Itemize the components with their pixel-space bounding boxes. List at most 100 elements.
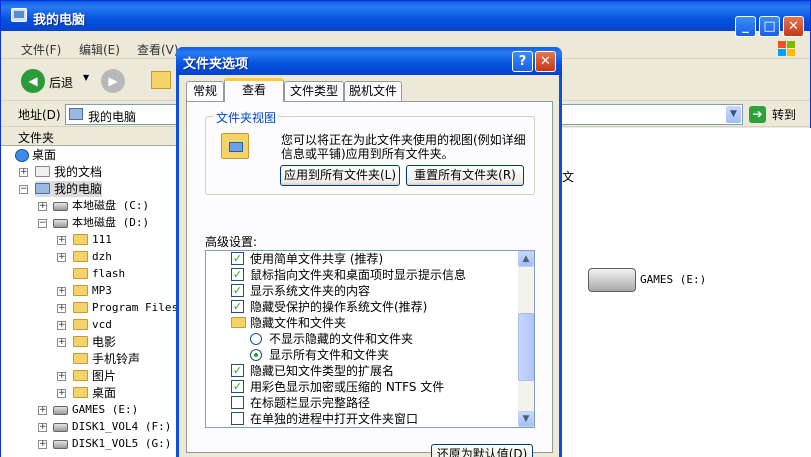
back-arrow-icon[interactable]: ◀ bbox=[21, 69, 45, 93]
tab-file-types[interactable]: 文件类型 bbox=[284, 81, 344, 101]
tree-item-desktop[interactable]: 桌面 bbox=[15, 147, 56, 163]
setting-label: 使用简单文件共享 (推荐) bbox=[250, 252, 384, 266]
tree-item-folder[interactable]: 电影 bbox=[73, 334, 116, 350]
tree-item-drive-c[interactable]: 本地磁盘 (C:) bbox=[53, 198, 149, 214]
my-computer-icon bbox=[35, 183, 50, 194]
tree-item-label: GAMES (E:) bbox=[72, 403, 139, 416]
maximize-button[interactable]: □ bbox=[759, 16, 780, 37]
folder-icon bbox=[73, 370, 88, 381]
folder-icon bbox=[73, 301, 88, 313]
tree-item-label: Program Files bbox=[92, 301, 177, 314]
tree-item-folder[interactable]: vcd bbox=[73, 317, 112, 333]
settings-scrollbar[interactable]: ▲ ▼ bbox=[518, 251, 534, 427]
collapse-icon[interactable]: − bbox=[38, 219, 47, 228]
tree-item-drive-g[interactable]: DISK1_VOL5 (G:) bbox=[53, 436, 171, 452]
setting-label: 不显示隐藏的文件和文件夹 bbox=[269, 332, 414, 346]
checkbox-checked[interactable]: ✓ bbox=[231, 252, 244, 265]
setting-label: 在单独的进程中打开文件夹窗口 bbox=[250, 412, 419, 426]
back-button-label[interactable]: 后退 bbox=[49, 74, 73, 91]
radio-selected[interactable] bbox=[250, 349, 262, 361]
folder-icon bbox=[73, 336, 88, 347]
tree-item-label: 我的电脑 bbox=[54, 182, 103, 196]
tab-view[interactable]: 查看 bbox=[224, 78, 284, 102]
expand-icon[interactable]: + bbox=[57, 253, 66, 262]
checkbox-checked[interactable]: ✓ bbox=[231, 284, 244, 297]
radio-unselected[interactable] bbox=[250, 333, 262, 345]
menu-file[interactable]: 文件(F) bbox=[21, 41, 61, 58]
forward-arrow-icon[interactable]: ▶ bbox=[101, 69, 125, 93]
setting-label: 显示系统文件夹的内容 bbox=[250, 284, 371, 298]
tree-item-label: 手机铃声 bbox=[92, 352, 141, 366]
scroll-thumb[interactable] bbox=[518, 313, 534, 381]
tree-item-label: 桌面 bbox=[92, 386, 117, 400]
checkbox-checked[interactable]: ✓ bbox=[231, 380, 244, 393]
close-button[interactable]: ✕ bbox=[783, 16, 804, 37]
expand-icon[interactable]: + bbox=[57, 389, 66, 398]
drive-games-label[interactable]: GAMES (E:) bbox=[640, 273, 706, 286]
checkbox-unchecked[interactable] bbox=[231, 396, 244, 409]
explorer-title: 我的电脑 bbox=[33, 13, 86, 28]
apply-to-all-folders-button[interactable]: 应用到所有文件夹(L) bbox=[280, 165, 400, 186]
tab-general[interactable]: 常规 bbox=[186, 81, 224, 101]
expand-icon[interactable]: + bbox=[57, 321, 66, 330]
desktop-icon bbox=[15, 149, 29, 162]
advanced-settings-list: ✓ 使用简单文件共享 (推荐) ✓ 鼠标指向文件夹和桌面项时显示提示信息 ✓ 显示系统… bbox=[205, 250, 535, 428]
explorer-titlebar[interactable]: 我的电脑 _ □ ✕ bbox=[1, 1, 810, 37]
tree-item-folder[interactable]: 桌面 bbox=[73, 385, 116, 401]
menu-view[interactable]: 查看(V) bbox=[137, 41, 179, 58]
folder-options-dialog: 文件夹选项 ? ✕ 常规 查看 文件类型 脱机文件 文件夹视图 您可以将正在为此… bbox=[176, 47, 562, 457]
tree-item-my-computer[interactable]: 我的电脑 bbox=[35, 181, 103, 197]
expand-icon[interactable]: + bbox=[57, 338, 66, 347]
go-arrow-icon[interactable]: ➔ bbox=[749, 106, 766, 123]
expand-icon[interactable]: + bbox=[19, 168, 28, 177]
expand-icon[interactable]: + bbox=[38, 406, 47, 415]
reset-all-folders-button[interactable]: 重置所有文件夹(R) bbox=[406, 165, 524, 186]
tree-item-label: 图片 bbox=[92, 369, 117, 383]
help-button[interactable]: ? bbox=[512, 51, 533, 72]
collapse-icon[interactable]: − bbox=[19, 185, 28, 194]
tree-item-folder[interactable]: Program Files bbox=[73, 300, 177, 316]
menu-edit[interactable]: 编辑(E) bbox=[79, 41, 120, 58]
folder-icon bbox=[73, 267, 88, 279]
dialog-title: 文件夹选项 bbox=[183, 57, 249, 72]
expand-icon[interactable]: + bbox=[38, 440, 47, 449]
checkbox-checked[interactable]: ✓ bbox=[231, 364, 244, 377]
tree-item-drive-f[interactable]: DISK1_VOL4 (F:) bbox=[53, 419, 171, 435]
tree-item-drive-d[interactable]: 本地磁盘 (D:) bbox=[53, 215, 149, 231]
tree-item-label: 我的文档 bbox=[54, 165, 103, 179]
expand-icon[interactable]: + bbox=[57, 287, 66, 296]
checkbox-unchecked[interactable] bbox=[231, 412, 244, 425]
restore-defaults-button[interactable]: 还原为默认值(D) bbox=[431, 444, 533, 457]
drive-icon[interactable] bbox=[588, 268, 636, 292]
tree-item-folder[interactable]: flash bbox=[73, 266, 125, 282]
up-folder-icon[interactable] bbox=[151, 71, 171, 89]
expand-icon[interactable]: + bbox=[38, 202, 47, 211]
back-dropdown-icon[interactable]: ▼ bbox=[83, 73, 89, 82]
expand-icon[interactable]: + bbox=[57, 372, 66, 381]
tree-item-folder[interactable]: 111 bbox=[73, 232, 112, 248]
scroll-down-icon[interactable]: ▼ bbox=[518, 411, 534, 427]
dialog-body: 常规 查看 文件类型 脱机文件 文件夹视图 您可以将正在为此文件夹使用的视图(例… bbox=[179, 75, 559, 457]
checkbox-checked[interactable]: ✓ bbox=[231, 268, 244, 281]
tree-item-my-documents[interactable]: 我的文档 bbox=[35, 164, 102, 180]
dialog-close-button[interactable]: ✕ bbox=[535, 51, 556, 72]
dialog-titlebar[interactable]: 文件夹选项 ? ✕ bbox=[176, 47, 562, 75]
folder-view-icon bbox=[221, 133, 249, 159]
checkbox-checked[interactable]: ✓ bbox=[231, 300, 244, 313]
scroll-up-icon[interactable]: ▲ bbox=[518, 251, 534, 267]
tab-offline-files[interactable]: 脱机文件 bbox=[344, 81, 402, 101]
address-dropdown-icon[interactable]: ▼ bbox=[726, 106, 741, 123]
go-button[interactable]: 转到 bbox=[772, 106, 796, 123]
windows-logo-icon bbox=[778, 41, 796, 57]
expand-icon[interactable]: + bbox=[57, 304, 66, 313]
tree-item-folder[interactable]: 手机铃声 bbox=[73, 351, 140, 367]
tree-item-drive-e[interactable]: GAMES (E:) bbox=[53, 402, 138, 418]
minimize-button[interactable]: _ bbox=[735, 16, 756, 37]
tree-item-folder[interactable]: MP3 bbox=[73, 283, 112, 299]
expand-icon[interactable]: + bbox=[57, 236, 66, 245]
folder-icon bbox=[73, 353, 88, 364]
tree-item-folder[interactable]: 图片 bbox=[73, 368, 116, 384]
address-value: 我的电脑 bbox=[88, 110, 137, 124]
expand-icon[interactable]: + bbox=[38, 423, 47, 432]
tree-item-folder[interactable]: dzh bbox=[73, 249, 112, 265]
